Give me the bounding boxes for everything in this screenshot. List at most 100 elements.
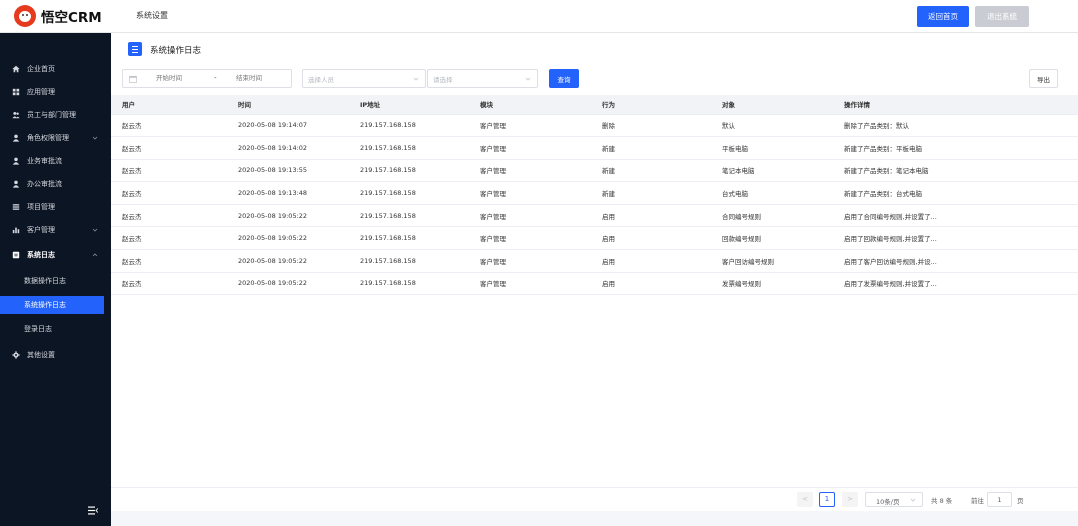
total-count: 共 8 条 <box>931 497 953 505</box>
table-row[interactable]: 赵云杰 2020-05-08 19:13:55 219.157.168.158 … <box>111 159 1078 183</box>
cell-detail: 启用了发票编号规则,并设置了... <box>833 272 1078 296</box>
cell-object: 默认 <box>711 114 833 138</box>
sidebar-item-label: 角色权限管理 <box>27 134 69 142</box>
sidebar-subitem-label: 登录日志 <box>24 325 52 333</box>
cell-user: 赵云杰 <box>111 181 227 205</box>
sidebar-item-label: 办公审批流 <box>27 180 62 188</box>
sidebar-item-roles[interactable]: 角色权限管理 <box>0 128 111 148</box>
sidebar-item-projects[interactable]: 项目管理 <box>0 197 111 217</box>
sidebar-item-office-approval[interactable]: 办公审批流 <box>0 174 111 194</box>
start-time-input[interactable] <box>156 74 216 82</box>
prev-page-button[interactable]: < <box>797 492 813 507</box>
sidebar-item-staff[interactable]: 员工与部门管理 <box>0 105 111 125</box>
cell-time: 2020-05-08 19:14:07 <box>227 114 349 138</box>
filter-bar: - 选择人员 请选择 查询 导出 <box>111 69 1078 91</box>
operation-log-table: 用户 时间 IP地址 模块 行为 对象 操作详情 赵云杰 2020-05-08 … <box>111 95 1078 296</box>
column-header-detail[interactable]: 操作详情 <box>833 95 1078 115</box>
sidebar-item-business-approval[interactable]: 业务审批流 <box>0 151 111 171</box>
sidebar-item-label: 其他设置 <box>27 351 55 359</box>
cell-user: 赵云杰 <box>111 204 227 228</box>
user-select[interactable]: 选择人员 <box>302 69 426 88</box>
table-row[interactable]: 赵云杰 2020-05-08 19:13:48 219.157.168.158 … <box>111 181 1078 205</box>
back-home-button[interactable]: 返回首页 <box>917 6 969 27</box>
logo[interactable]: 悟空CRM <box>14 5 102 27</box>
table-row[interactable]: 赵云杰 2020-05-08 19:05:22 219.157.168.158 … <box>111 272 1078 296</box>
page-suffix: 页 <box>1017 497 1024 505</box>
column-header-user[interactable]: 用户 <box>111 95 227 115</box>
cell-module: 客户管理 <box>469 114 591 138</box>
exit-system-button[interactable]: 退出系统 <box>975 6 1029 27</box>
page-size-value: 10条/页 <box>876 498 900 506</box>
sidebar-subitem-label: 系统操作日志 <box>24 301 66 309</box>
cell-ip: 219.157.168.158 <box>349 181 469 205</box>
list-icon <box>12 204 20 210</box>
cell-action: 启用 <box>591 204 711 228</box>
logo-text: 悟空CRM <box>41 10 102 26</box>
page-number-1[interactable]: 1 <box>819 492 835 507</box>
column-header-ip[interactable]: IP地址 <box>349 95 469 115</box>
sidebar-subitem-data-log[interactable]: 数据操作日志 <box>0 272 104 290</box>
cell-object: 客户回访编号规则 <box>711 249 833 273</box>
cell-detail: 启用了客户回访编号规则,并设... <box>833 249 1078 273</box>
sidebar-item-customers[interactable]: 客户管理 <box>0 220 111 240</box>
cell-user: 赵云杰 <box>111 159 227 183</box>
sidebar-item-other-settings[interactable]: 其他设置 <box>0 345 111 365</box>
monkey-logo-icon <box>14 5 36 27</box>
cell-module: 客户管理 <box>469 249 591 273</box>
cell-time: 2020-05-08 19:13:48 <box>227 181 349 205</box>
end-time-input[interactable] <box>236 74 291 82</box>
table-row[interactable]: 赵云杰 2020-05-08 19:05:22 219.157.168.158 … <box>111 204 1078 228</box>
query-button[interactable]: 查询 <box>549 69 579 88</box>
cell-module: 客户管理 <box>469 181 591 205</box>
chevron-down-icon <box>92 228 98 232</box>
cell-module: 客户管理 <box>469 159 591 183</box>
page-size-select[interactable]: 10条/页 <box>865 492 923 507</box>
sidebar-item-label: 项目管理 <box>27 203 55 211</box>
cell-time: 2020-05-08 19:05:22 <box>227 272 349 296</box>
table-row[interactable]: 赵云杰 2020-05-08 19:14:07 219.157.168.158 … <box>111 114 1078 138</box>
menu-collapse-icon[interactable] <box>88 506 98 515</box>
sidebar-item-label: 客户管理 <box>27 226 55 234</box>
sidebar-item-system-log[interactable]: 系统日志 <box>0 245 111 265</box>
cell-detail: 新建了产品类别：笔记本电脑 <box>833 159 1078 183</box>
top-bar: 悟空CRM 系统设置 返回首页 退出系统 <box>0 0 1078 33</box>
user-select-placeholder: 选择人员 <box>308 76 334 84</box>
sidebar-subitem-system-operation-log[interactable]: 系统操作日志 <box>0 296 104 314</box>
cell-ip: 219.157.168.158 <box>349 159 469 183</box>
cell-detail: 新建了产品类别：平板电脑 <box>833 136 1078 160</box>
next-page-button[interactable]: > <box>842 492 858 507</box>
table-row[interactable]: 赵云杰 2020-05-08 19:05:22 219.157.168.158 … <box>111 226 1078 251</box>
cell-action: 启用 <box>591 249 711 273</box>
cell-ip: 219.157.168.158 <box>349 136 469 160</box>
cell-detail: 删除了产品类别：默认 <box>833 114 1078 138</box>
column-header-object[interactable]: 对象 <box>711 95 833 115</box>
gear-icon <box>12 351 20 359</box>
chevron-up-icon <box>92 253 98 257</box>
cell-object: 台式电脑 <box>711 181 833 205</box>
chevron-down-icon <box>910 498 916 502</box>
cell-user: 赵云杰 <box>111 226 227 251</box>
cell-user: 赵云杰 <box>111 136 227 160</box>
sidebar-subitem-login-log[interactable]: 登录日志 <box>0 320 104 338</box>
sidebar-item-home[interactable]: 企业首页 <box>0 59 111 79</box>
cell-ip: 219.157.168.158 <box>349 249 469 273</box>
sidebar-item-label: 应用管理 <box>27 88 55 96</box>
pagination: < 1 > 10条/页 共 8 条 前往 页 <box>111 487 1078 511</box>
cell-detail: 启用了合同编号规则,并设置了... <box>833 204 1078 228</box>
date-range-picker[interactable]: - <box>122 69 292 88</box>
cell-detail: 启用了回款编号规则,并设置了... <box>833 226 1078 251</box>
column-header-module[interactable]: 模块 <box>469 95 591 115</box>
goto-page-input[interactable] <box>987 492 1012 507</box>
table-row[interactable]: 赵云杰 2020-05-08 19:05:22 219.157.168.158 … <box>111 249 1078 273</box>
cell-object: 发票编号规则 <box>711 272 833 296</box>
column-header-time[interactable]: 时间 <box>227 95 349 115</box>
module-select[interactable]: 请选择 <box>427 69 538 88</box>
export-button[interactable]: 导出 <box>1029 69 1058 88</box>
cell-user: 赵云杰 <box>111 249 227 273</box>
column-header-action[interactable]: 行为 <box>591 95 711 115</box>
home-icon <box>12 65 20 73</box>
cell-object: 笔记本电脑 <box>711 159 833 183</box>
sidebar-item-label: 企业首页 <box>27 65 55 73</box>
sidebar-item-apps[interactable]: 应用管理 <box>0 82 111 102</box>
table-row[interactable]: 赵云杰 2020-05-08 19:14:02 219.157.168.158 … <box>111 136 1078 160</box>
